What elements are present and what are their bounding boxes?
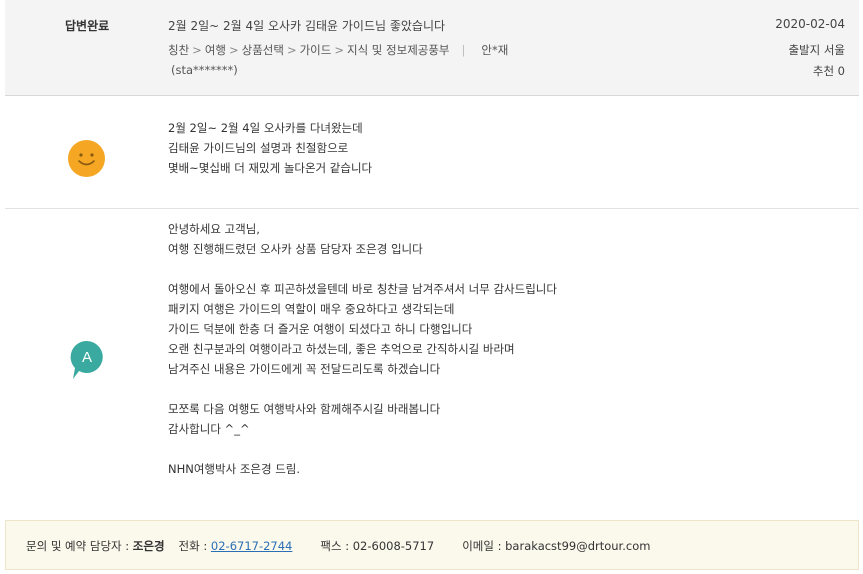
answer-line: 감사합니다 ^_^ bbox=[168, 422, 250, 436]
contact-box: 문의 및 예약 담당자 : 조은경 전화 : 02-6717-2744 팩스 : 0… bbox=[5, 520, 859, 570]
chevron-right-icon: > bbox=[286, 43, 297, 57]
breadcrumb-item: 칭찬 bbox=[168, 43, 190, 57]
departure-city: 출발지 서울 bbox=[788, 43, 845, 57]
answer-line: 모쪼록 다음 여행도 여행박사와 함께해주시길 바래봅니다 bbox=[168, 402, 441, 416]
review-user-id: (sta*******) bbox=[171, 63, 238, 77]
answer-content: 안녕하세요 고객님, 여행 진행해드렸던 오사카 상품 담당자 조은경 입니다 … bbox=[168, 219, 557, 479]
answer-status-badge: 답변완료 bbox=[65, 19, 110, 33]
fax-number: 팩스 : 02-6008-5717 bbox=[320, 539, 435, 553]
breadcrumb-item: 가이드 bbox=[299, 43, 332, 57]
contact-info: 문의 및 예약 담당자 : 조은경 전화 : 02-6717-2744 팩스 : 0… bbox=[26, 538, 650, 554]
breadcrumb-item: 지식 및 정보제공풍부 bbox=[346, 43, 450, 57]
review-date: 2020-02-04 bbox=[775, 17, 845, 31]
answer-line-blank bbox=[168, 439, 557, 459]
answer-line: NHN여행박사 조은경 드림. bbox=[168, 462, 301, 476]
answer-line: 오랜 친구분과의 여행이라고 하셨는데, 좋은 추억으로 간직하시길 바라며 bbox=[168, 342, 515, 356]
chevron-right-icon: > bbox=[192, 43, 202, 57]
review-line: 2월 2일~ 2월 4일 오사카를 다녀왔는데 bbox=[168, 121, 363, 135]
chevron-right-icon: > bbox=[228, 43, 239, 57]
phone-label: 전화 : bbox=[178, 539, 211, 553]
divider: | bbox=[461, 43, 466, 57]
phone-link[interactable]: 02-6717-2744 bbox=[211, 539, 292, 553]
contact-label: 문의 및 예약 담당자 : bbox=[26, 539, 133, 553]
review-header: 답변완료 2월 2일~ 2월 4일 오사카 김태윤 가이드님 좋았습니다 202… bbox=[5, 0, 859, 96]
admin-avatar-icon: A bbox=[69, 339, 105, 383]
review-author: 안*재 bbox=[481, 43, 509, 57]
review-line: 김태윤 가이드님의 설명과 친절함으로 bbox=[168, 141, 349, 155]
answer-line: 여행에서 돌아오신 후 피곤하셨을텐데 바로 칭찬글 남겨주셔서 너무 감사드립… bbox=[168, 282, 557, 296]
answer-line: 안녕하세요 고객님, bbox=[168, 222, 260, 236]
answer-body: A 안녕하세요 고객님, 여행 진행해드렸던 오사카 상품 담당자 조은경 입니… bbox=[5, 209, 859, 515]
answer-line: 패키지 여행은 가이드의 역할이 매우 중요하다고 생각되는데 bbox=[168, 302, 455, 316]
review-line: 몇배~몇십배 더 재밌게 놀다온거 같습니다 bbox=[168, 161, 373, 175]
answer-line: 남겨주신 내용은 가이드에게 꼭 전달드리도록 하겠습니다 bbox=[168, 362, 441, 376]
answer-line: 가이드 덕분에 한층 더 즐거운 여행이 되셨다고 하니 다행입니다 bbox=[168, 322, 473, 336]
recommend-count: 추천 0 bbox=[812, 64, 845, 78]
answer-line-blank bbox=[168, 259, 557, 279]
smiley-icon bbox=[68, 140, 105, 177]
breadcrumb-item: 여행 bbox=[204, 43, 226, 57]
answer-line: 여행 진행해드렸던 오사카 상품 담당자 조은경 입니다 bbox=[168, 242, 423, 256]
review-content: 2월 2일~ 2월 4일 오사카를 다녀왔는데 김태윤 가이드님의 설명과 친절… bbox=[168, 118, 372, 178]
breadcrumb-item: 상품선택 bbox=[241, 43, 284, 57]
review-title[interactable]: 2월 2일~ 2월 4일 오사카 김태윤 가이드님 좋았습니다 bbox=[168, 17, 445, 34]
chevron-right-icon: > bbox=[334, 43, 344, 57]
answer-line-blank bbox=[168, 379, 557, 399]
avatar-letter: A bbox=[82, 349, 92, 366]
contact-name: 조은경 bbox=[132, 539, 165, 553]
breadcrumb: 칭찬 > 여행 > 상품선택 > 가이드 > 지식 및 정보제공풍부 | 안*재 bbox=[168, 42, 508, 58]
email-address: 이메일 : barakacst99@drtour.com bbox=[462, 539, 651, 553]
review-body: 2월 2일~ 2월 4일 오사카를 다녀왔는데 김태윤 가이드님의 설명과 친절… bbox=[5, 96, 859, 209]
